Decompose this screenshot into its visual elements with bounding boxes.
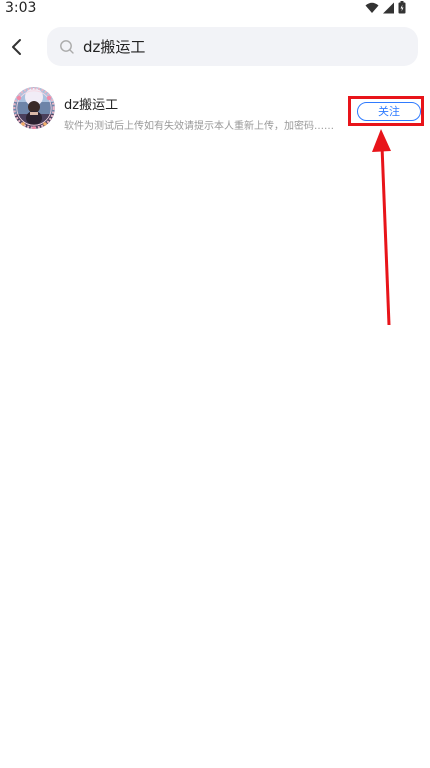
search-input[interactable]: [83, 37, 383, 56]
status-bar: 3:03: [0, 0, 430, 18]
search-icon: [59, 39, 75, 55]
avatar[interactable]: [13, 87, 55, 129]
back-button[interactable]: [6, 33, 28, 61]
battery-icon: [398, 1, 406, 14]
signal-icon: [383, 2, 394, 13]
chevron-left-icon: [12, 39, 21, 55]
user-name[interactable]: dz搬运工: [64, 94, 118, 113]
wifi-icon: [365, 2, 379, 13]
status-time: 3:03: [5, 0, 37, 16]
annotation-highlight-box: [348, 96, 424, 126]
user-description: 软件为测试后上传如有失效请提示本人重新上传，加密码……: [64, 121, 334, 132]
status-icons: [365, 1, 406, 14]
search-bar[interactable]: [47, 27, 418, 66]
